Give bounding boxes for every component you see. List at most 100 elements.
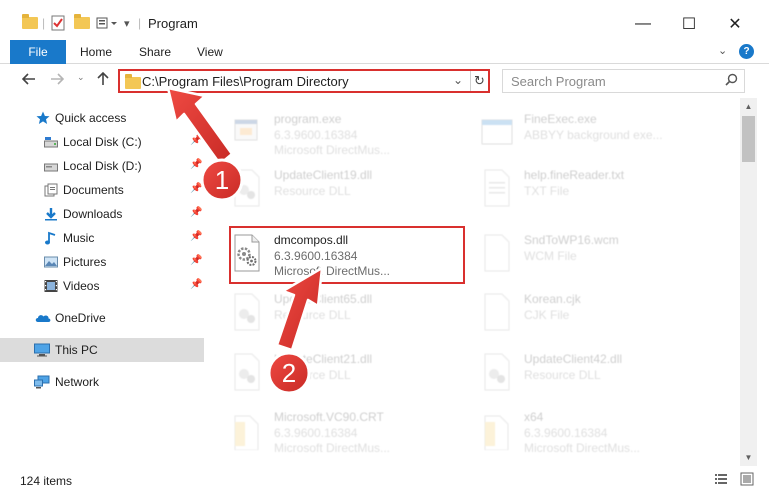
properties-icon[interactable] — [51, 14, 65, 32]
search-icon[interactable] — [725, 73, 738, 89]
pin-icon[interactable]: 📌 — [190, 159, 202, 170]
customize-toolbar-icon[interactable]: ▾ — [124, 14, 130, 32]
file-description: Microsoft DirectMus... — [274, 441, 391, 455]
sidebar-item-videos[interactable]: Videos 📌 — [0, 274, 204, 298]
address-path[interactable]: C:\Program Files\Program Directory — [142, 74, 349, 89]
sidebar-item-downloads[interactable]: Downloads 📌 — [0, 202, 204, 226]
file-version: 6.3.9600.16384 — [274, 426, 358, 440]
scroll-down-icon[interactable]: ▼ — [740, 449, 757, 466]
folder-icon[interactable] — [22, 14, 38, 32]
maximize-button[interactable]: ☐ — [666, 9, 712, 39]
computer-icon — [34, 343, 50, 357]
scroll-up-icon[interactable]: ▲ — [740, 98, 757, 115]
recent-locations-icon[interactable]: ⌄ — [77, 72, 85, 83]
file-description: Microsoft DirectMus... — [524, 441, 641, 455]
download-icon — [44, 207, 58, 221]
quick-access-toolbar-icon[interactable] — [96, 14, 118, 32]
network-icon — [34, 375, 50, 389]
list-item[interactable]: x64 6.3.9600.16384 Microsoft DirectMus..… — [480, 404, 730, 460]
back-icon[interactable] — [21, 72, 36, 89]
file-name: x64 — [524, 410, 544, 424]
minimize-button[interactable]: — — [620, 9, 666, 39]
pin-icon[interactable]: 📌 — [190, 135, 202, 146]
dll-icon — [480, 352, 514, 392]
sidebar-item-quick-access[interactable]: Quick access — [0, 106, 204, 130]
pin-icon[interactable]: 📌 — [190, 255, 202, 266]
list-item[interactable]: Korean.cjk CJK File — [480, 286, 730, 342]
list-item[interactable]: UpdateClient19.dll Resource DLL — [230, 162, 480, 218]
drive-icon — [44, 159, 58, 173]
sidebar-item-label: This PC — [55, 343, 98, 357]
details-view-icon[interactable] — [714, 472, 728, 486]
exe-icon — [230, 112, 264, 152]
file-highlight-box — [229, 226, 465, 284]
new-folder-icon[interactable] — [74, 14, 90, 32]
list-item[interactable]: UpdateClient65.dll Resource DLL — [230, 286, 480, 342]
address-row: ⌄ C:\Program Files\Program Directory ⌄ ↻… — [0, 64, 769, 98]
tab-file[interactable]: File — [10, 40, 66, 64]
list-item[interactable]: Microsoft.VC90.CRT 6.3.9600.16384 Micros… — [230, 404, 480, 460]
folder-icon — [125, 74, 141, 89]
sidebar-item-label: Documents — [63, 183, 124, 197]
pin-icon[interactable]: 📌 — [190, 207, 202, 218]
sidebar-item-pictures[interactable]: Pictures 📌 — [0, 250, 204, 274]
separator: | — [138, 16, 142, 30]
sidebar-item-label: Quick access — [55, 111, 127, 125]
pin-icon[interactable]: 📌 — [190, 231, 202, 242]
dll-icon — [230, 352, 264, 392]
address-bar[interactable]: C:\Program Files\Program Directory ⌄ ↻ — [118, 69, 490, 93]
sidebar-item-label: Videos — [63, 279, 100, 293]
expand-ribbon-icon[interactable]: ⌄ — [718, 44, 727, 57]
file-type: Resource DLL — [524, 368, 601, 382]
file-name: FineExec.exe — [524, 112, 597, 126]
file-description: ABBYY background exe... — [524, 128, 663, 142]
forward-icon[interactable] — [50, 72, 65, 89]
list-item[interactable]: FineExec.exe ABBYY background exe... — [480, 106, 730, 162]
txt-icon — [480, 168, 514, 208]
file-name: Microsoft.VC90.CRT — [274, 410, 384, 424]
scroll-thumb[interactable] — [742, 116, 755, 162]
file-type: Resource DLL — [274, 308, 351, 322]
search-input[interactable]: Search Program — [511, 74, 606, 89]
list-item[interactable]: UpdateClient42.dll Resource DLL — [480, 346, 730, 402]
music-icon — [44, 231, 58, 245]
list-item[interactable]: program.exe 6.3.9600.16384 Microsoft Dir… — [230, 106, 480, 162]
pin-icon[interactable]: 📌 — [190, 279, 202, 290]
tab-home[interactable]: Home — [80, 45, 112, 59]
sidebar-item-network[interactable]: Network — [0, 370, 204, 394]
documents-icon — [44, 183, 58, 197]
sidebar-item-local-disk-c[interactable]: Local Disk (C:) 📌 — [0, 130, 204, 154]
list-item[interactable]: UpdateClient21.dll Resource DLL — [230, 346, 480, 402]
pictures-icon — [44, 255, 58, 269]
vertical-scrollbar[interactable]: ▲ ▼ — [740, 98, 757, 466]
status-bar: 124 items — [0, 466, 769, 504]
list-item[interactable]: SndToWP16.wcm WCM File — [480, 227, 730, 283]
dll-icon — [230, 168, 264, 208]
tab-share[interactable]: Share — [139, 45, 171, 59]
pin-icon[interactable]: 📌 — [190, 183, 202, 194]
search-box[interactable]: Search Program — [502, 69, 745, 93]
navigation-pane: Quick access Local Disk (C:) 📌 Local Dis… — [0, 98, 212, 466]
tab-view[interactable]: View — [197, 45, 223, 59]
sidebar-item-music[interactable]: Music 📌 — [0, 226, 204, 250]
sidebar-item-label: Music — [63, 231, 95, 245]
up-icon[interactable] — [96, 71, 110, 89]
sidebar-item-this-pc[interactable]: This PC — [0, 338, 204, 362]
file-type: CJK File — [524, 308, 570, 322]
sidebar-item-local-disk-d[interactable]: Local Disk (D:) 📌 — [0, 154, 204, 178]
sidebar-item-documents[interactable]: Documents 📌 — [0, 178, 204, 202]
file-type: WCM File — [524, 249, 577, 263]
videos-icon — [44, 279, 58, 293]
large-icons-view-icon[interactable] — [740, 472, 754, 486]
file-type: Resource DLL — [274, 368, 351, 382]
window-title: Program — [148, 16, 198, 31]
sidebar-item-label: Downloads — [63, 207, 123, 221]
refresh-icon[interactable]: ↻ — [470, 71, 488, 91]
close-button[interactable]: ✕ — [712, 9, 758, 39]
list-item[interactable]: help.fineReader.txt TXT File — [480, 162, 730, 218]
folder-file-icon — [480, 410, 514, 451]
chevron-down-icon[interactable]: ⌄ — [453, 73, 463, 87]
file-name: UpdateClient42.dll — [524, 352, 623, 366]
help-button[interactable]: ? — [739, 44, 754, 59]
sidebar-item-onedrive[interactable]: OneDrive — [0, 306, 204, 330]
